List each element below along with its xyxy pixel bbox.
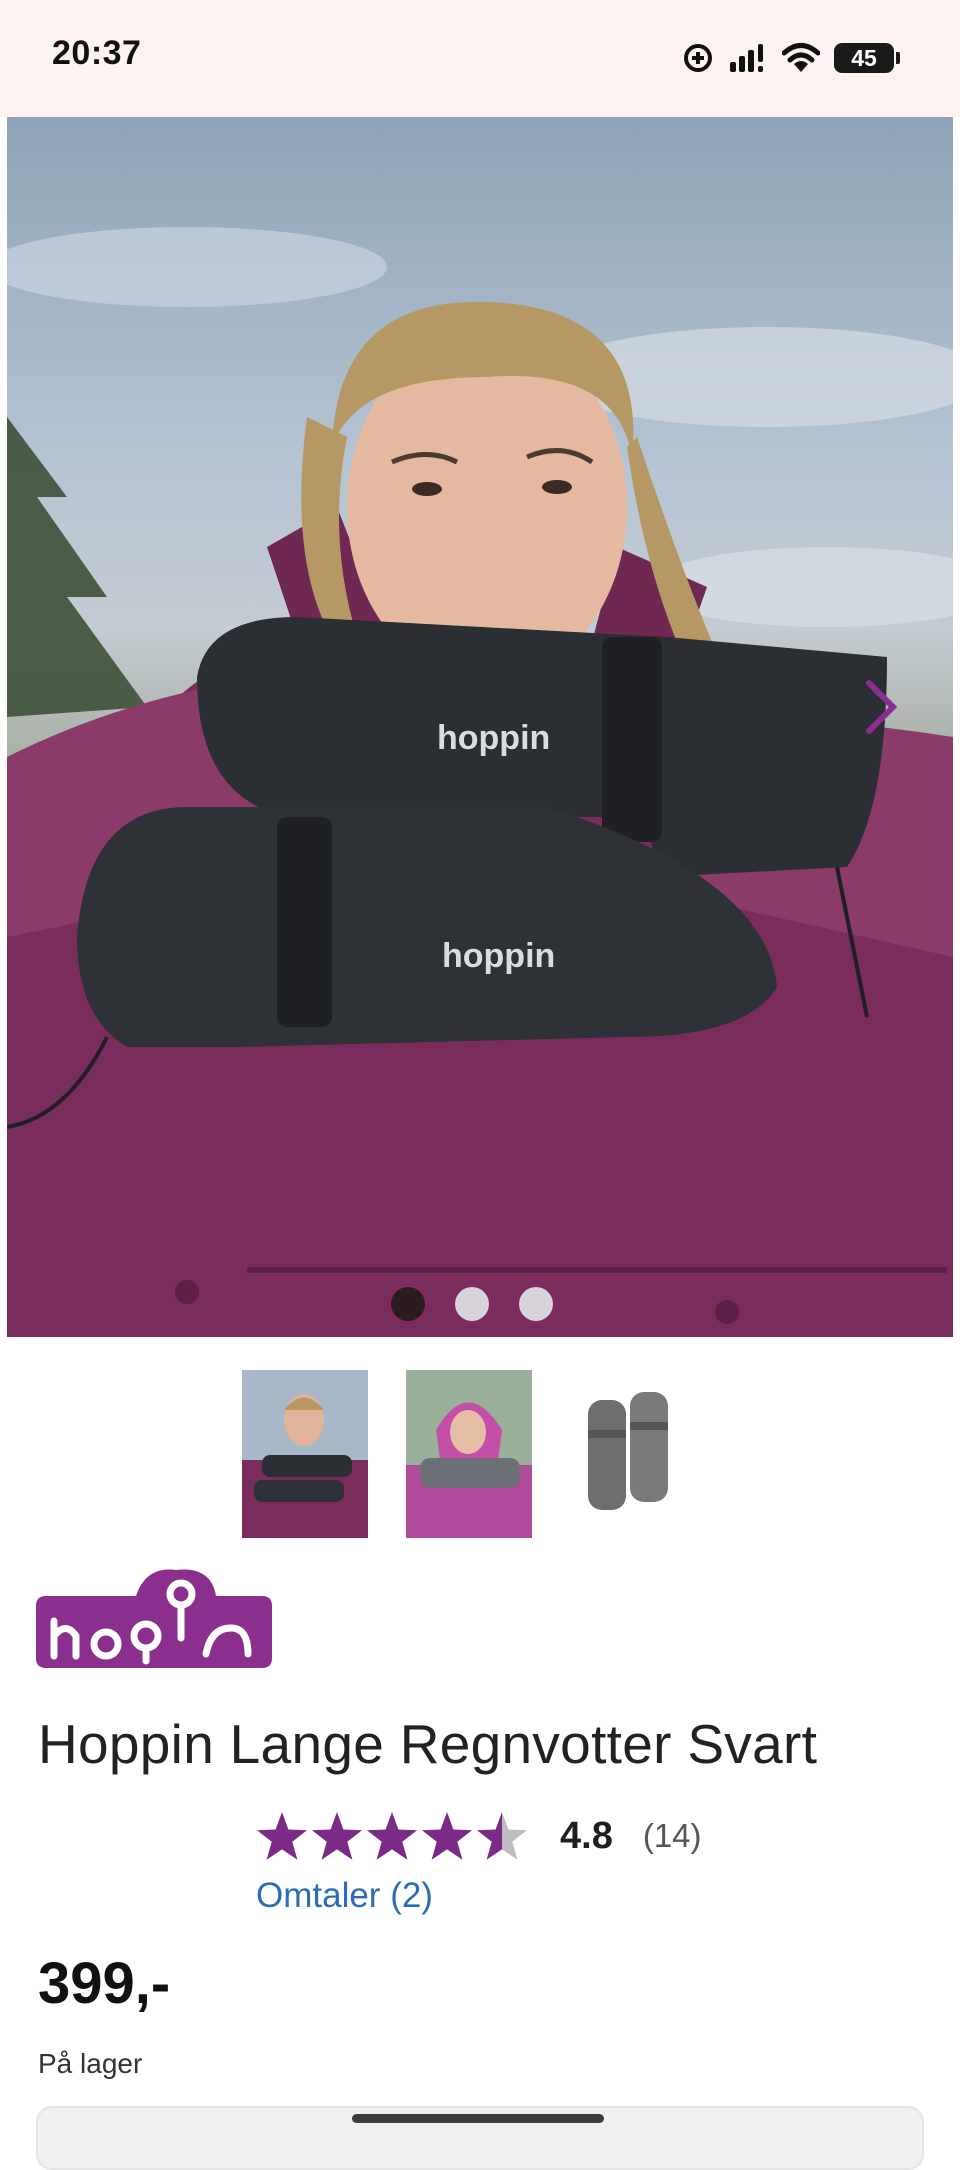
data-saver-icon xyxy=(684,44,712,72)
home-indicator[interactable] xyxy=(352,2114,604,2123)
status-bar: 20:37 45 xyxy=(0,0,960,117)
rating-stars xyxy=(257,1812,527,1860)
reviews-link[interactable]: Omtaler (2) xyxy=(256,1876,433,1916)
stock-status: På lager xyxy=(38,2048,143,2079)
carousel-dot-1[interactable] xyxy=(391,1287,425,1321)
thumbnail-black-mittens[interactable] xyxy=(570,1370,696,1538)
signal-icon xyxy=(730,44,763,72)
product-image-carousel[interactable]: hoppin hoppin xyxy=(7,117,953,1337)
brand-logo[interactable] xyxy=(36,1566,272,1678)
rating-score: 4.8 xyxy=(560,1814,613,1857)
chevron-right-icon[interactable] xyxy=(863,677,899,737)
star-icon xyxy=(367,1812,417,1860)
thumbnail-woman-pink-hood[interactable] xyxy=(406,1370,532,1538)
star-icon xyxy=(312,1812,362,1860)
carousel-dot-3[interactable] xyxy=(519,1287,553,1321)
product-rating: 4.8 (14) xyxy=(256,1808,702,1864)
svg-text:hoppin: hoppin xyxy=(437,719,550,757)
product-title: Hoppin Lange Regnvotter Svart xyxy=(38,1713,818,1775)
product-photo: hoppin hoppin xyxy=(7,227,953,1337)
star-icon xyxy=(257,1812,307,1860)
battery-icon: 45 xyxy=(834,43,900,73)
half-star-icon xyxy=(477,1812,527,1860)
status-time: 20:37 xyxy=(52,34,142,72)
thumbnail-strip xyxy=(242,1370,696,1538)
thumbnail-woman-purple-jacket[interactable] xyxy=(242,1370,368,1538)
carousel-dots xyxy=(7,1287,945,1321)
wifi-icon xyxy=(782,43,820,72)
svg-text:hoppin: hoppin xyxy=(442,937,555,975)
product-price: 399,- xyxy=(38,1951,171,2016)
carousel-dot-2[interactable] xyxy=(455,1287,489,1321)
star-icon xyxy=(422,1812,472,1860)
status-icons: 45 xyxy=(682,40,900,76)
rating-count: (14) xyxy=(642,1817,702,1854)
